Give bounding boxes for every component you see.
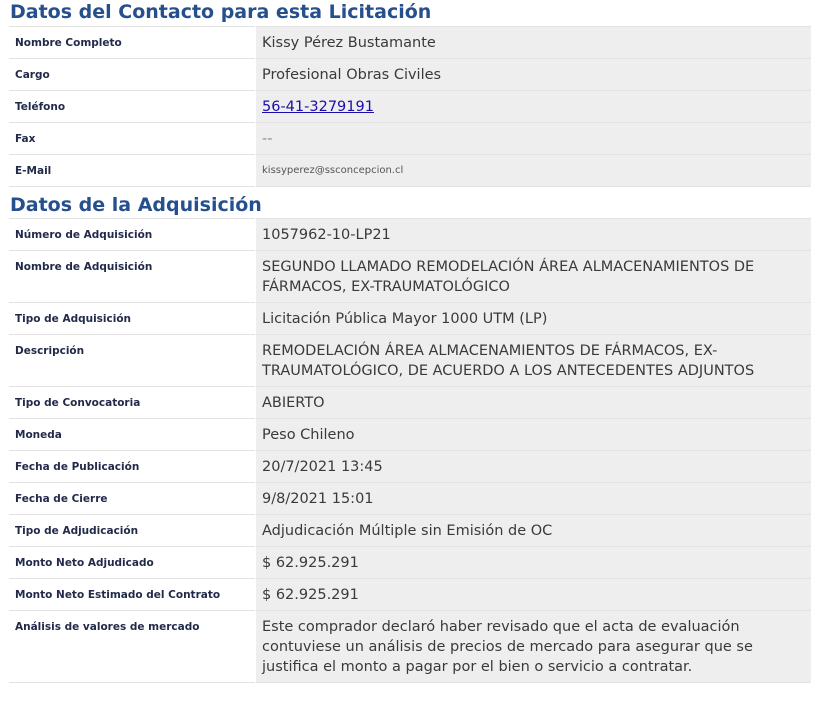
field-value-convocatoria: ABIERTO bbox=[255, 386, 811, 419]
table-row: Nombre Completo Kissy Pérez Bustamante bbox=[9, 26, 811, 59]
field-value-fax: -- bbox=[255, 122, 811, 155]
field-value-descripcion: REMODELACIÓN ÁREA ALMACENAMIENTOS DE FÁR… bbox=[255, 334, 811, 387]
table-row: Monto Neto Estimado del Contrato $ 62.92… bbox=[9, 578, 811, 611]
field-value-monto-adjudicado: $ 62.925.291 bbox=[255, 546, 811, 579]
contact-table: Nombre Completo Kissy Pérez Bustamante C… bbox=[9, 26, 811, 187]
table-row: Tipo de Adquisición Licitación Pública M… bbox=[9, 302, 811, 335]
field-label-descripcion: Descripción bbox=[9, 334, 256, 387]
field-value-moneda: Peso Chileno bbox=[255, 418, 811, 451]
table-row: Nombre de Adquisición SEGUNDO LLAMADO RE… bbox=[9, 250, 811, 303]
contact-section-title: Datos del Contacto para esta Licitación bbox=[10, 1, 432, 23]
field-label-nombre: Nombre Completo bbox=[9, 26, 256, 59]
field-label-moneda: Moneda bbox=[9, 418, 256, 451]
table-row: Moneda Peso Chileno bbox=[9, 418, 811, 451]
acquisition-table: Número de Adquisición 1057962-10-LP21 No… bbox=[9, 218, 811, 683]
field-value-nombre: Kissy Pérez Bustamante bbox=[255, 26, 811, 59]
field-label-cargo: Cargo bbox=[9, 58, 256, 91]
table-row: Teléfono 56-41-3279191 bbox=[9, 90, 811, 123]
field-value-tipo-adquisicion: Licitación Pública Mayor 1000 UTM (LP) bbox=[255, 302, 811, 335]
field-value-analisis-mercado: Este comprador declaró haber revisado qu… bbox=[255, 610, 811, 683]
field-value-numero: 1057962-10-LP21 bbox=[255, 218, 811, 251]
field-value-tipo-adjudicacion: Adjudicación Múltiple sin Emisión de OC bbox=[255, 514, 811, 547]
table-row: Descripción REMODELACIÓN ÁREA ALMACENAMI… bbox=[9, 334, 811, 387]
table-row: Monto Neto Adjudicado $ 62.925.291 bbox=[9, 546, 811, 579]
field-value-nombre-adquisicion: SEGUNDO LLAMADO REMODELACIÓN ÁREA ALMACE… bbox=[255, 250, 811, 303]
field-label-fax: Fax bbox=[9, 122, 256, 155]
field-label-monto-estimado: Monto Neto Estimado del Contrato bbox=[9, 578, 256, 611]
field-label-nombre-adquisicion: Nombre de Adquisición bbox=[9, 250, 256, 303]
field-label-convocatoria: Tipo de Convocatoria bbox=[9, 386, 256, 419]
field-label-tipo-adquisicion: Tipo de Adquisición bbox=[9, 302, 256, 335]
field-value-monto-estimado: $ 62.925.291 bbox=[255, 578, 811, 611]
table-row: Fax -- bbox=[9, 122, 811, 155]
field-label-numero: Número de Adquisición bbox=[9, 218, 256, 251]
table-row: Fecha de Publicación 20/7/2021 13:45 bbox=[9, 450, 811, 483]
table-row: Cargo Profesional Obras Civiles bbox=[9, 58, 811, 91]
table-row: Análisis de valores de mercado Este comp… bbox=[9, 610, 811, 683]
acquisition-section-title: Datos de la Adquisición bbox=[10, 194, 262, 216]
field-label-telefono: Teléfono bbox=[9, 90, 256, 123]
field-label-tipo-adjudicacion: Tipo de Adjudicación bbox=[9, 514, 256, 547]
field-value-email: kissyperez@ssconcepcion.cl bbox=[255, 154, 811, 187]
phone-link[interactable]: 56-41-3279191 bbox=[262, 99, 374, 115]
table-row: Fecha de Cierre 9/8/2021 15:01 bbox=[9, 482, 811, 515]
field-value-cargo: Profesional Obras Civiles bbox=[255, 58, 811, 91]
field-value-fecha-publicacion: 20/7/2021 13:45 bbox=[255, 450, 811, 483]
field-value-telefono: 56-41-3279191 bbox=[255, 90, 811, 123]
table-row: Tipo de Adjudicación Adjudicación Múltip… bbox=[9, 514, 811, 547]
field-label-fecha-publicacion: Fecha de Publicación bbox=[9, 450, 256, 483]
table-row: Número de Adquisición 1057962-10-LP21 bbox=[9, 218, 811, 251]
field-label-fecha-cierre: Fecha de Cierre bbox=[9, 482, 256, 515]
table-row: Tipo de Convocatoria ABIERTO bbox=[9, 386, 811, 419]
table-row: E-Mail kissyperez@ssconcepcion.cl bbox=[9, 154, 811, 187]
field-label-email: E-Mail bbox=[9, 154, 256, 187]
field-value-fecha-cierre: 9/8/2021 15:01 bbox=[255, 482, 811, 515]
field-label-monto-adjudicado: Monto Neto Adjudicado bbox=[9, 546, 256, 579]
field-label-analisis-mercado: Análisis de valores de mercado bbox=[9, 610, 256, 683]
